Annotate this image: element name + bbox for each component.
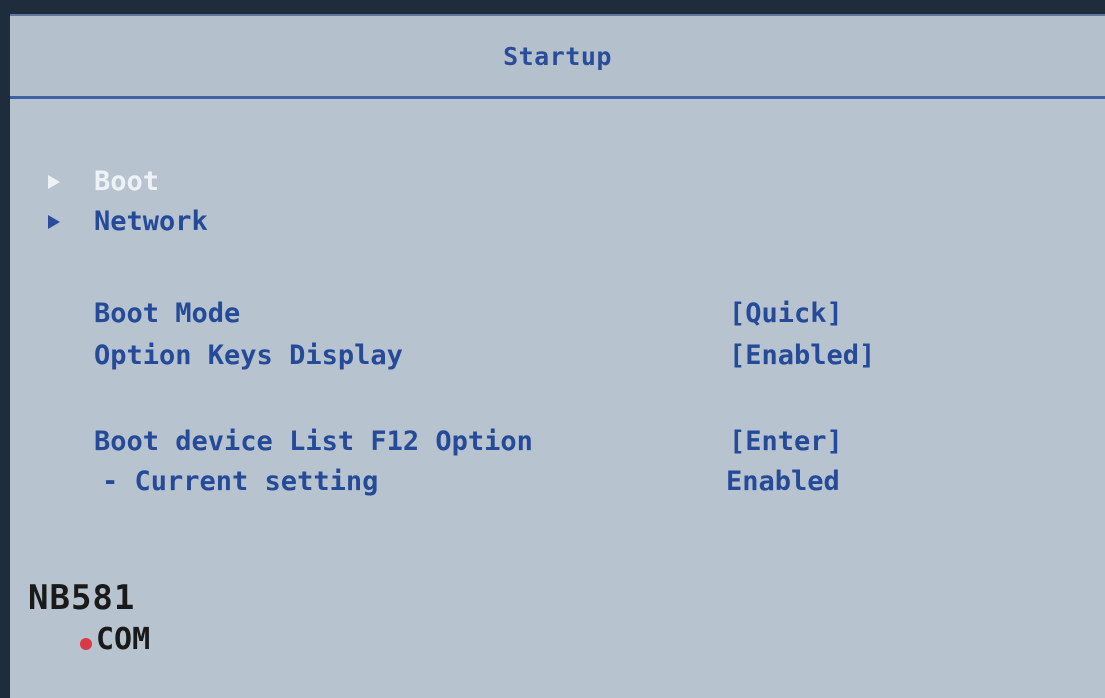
triangle-right-icon bbox=[48, 215, 60, 229]
page-title: Startup bbox=[503, 41, 612, 71]
current-setting-value: Enabled bbox=[726, 466, 840, 497]
header-bar: Startup bbox=[10, 16, 1105, 99]
setting-value[interactable]: [Enabled] bbox=[729, 340, 875, 371]
bios-screen: Startup Boot Network Boot Mode [Quick] O… bbox=[10, 14, 1105, 698]
submenu-boot-label: Boot bbox=[94, 166, 160, 197]
watermark-logo: NB581 COM bbox=[28, 578, 228, 668]
setting-label: Boot Mode bbox=[94, 298, 241, 329]
current-setting-row: - Current setting Enabled bbox=[10, 466, 1105, 500]
current-setting-label: - Current setting bbox=[102, 466, 379, 497]
submenu-network-label: Network bbox=[94, 206, 208, 237]
setting-boot-device-list-f12[interactable]: Boot device List F12 Option [Enter] bbox=[10, 426, 1105, 460]
setting-label: Option Keys Display bbox=[94, 340, 403, 371]
setting-label: Boot device List F12 Option bbox=[94, 426, 533, 457]
watermark-text: COM bbox=[96, 622, 151, 657]
setting-boot-mode[interactable]: Boot Mode [Quick] bbox=[10, 298, 1105, 332]
watermark-dot bbox=[80, 638, 92, 650]
watermark-text: NB581 bbox=[28, 578, 136, 618]
setting-value[interactable]: [Enter] bbox=[729, 426, 843, 457]
setting-value[interactable]: [Quick] bbox=[729, 298, 843, 329]
setting-option-keys-display[interactable]: Option Keys Display [Enabled] bbox=[10, 340, 1105, 374]
triangle-right-icon bbox=[48, 175, 60, 189]
